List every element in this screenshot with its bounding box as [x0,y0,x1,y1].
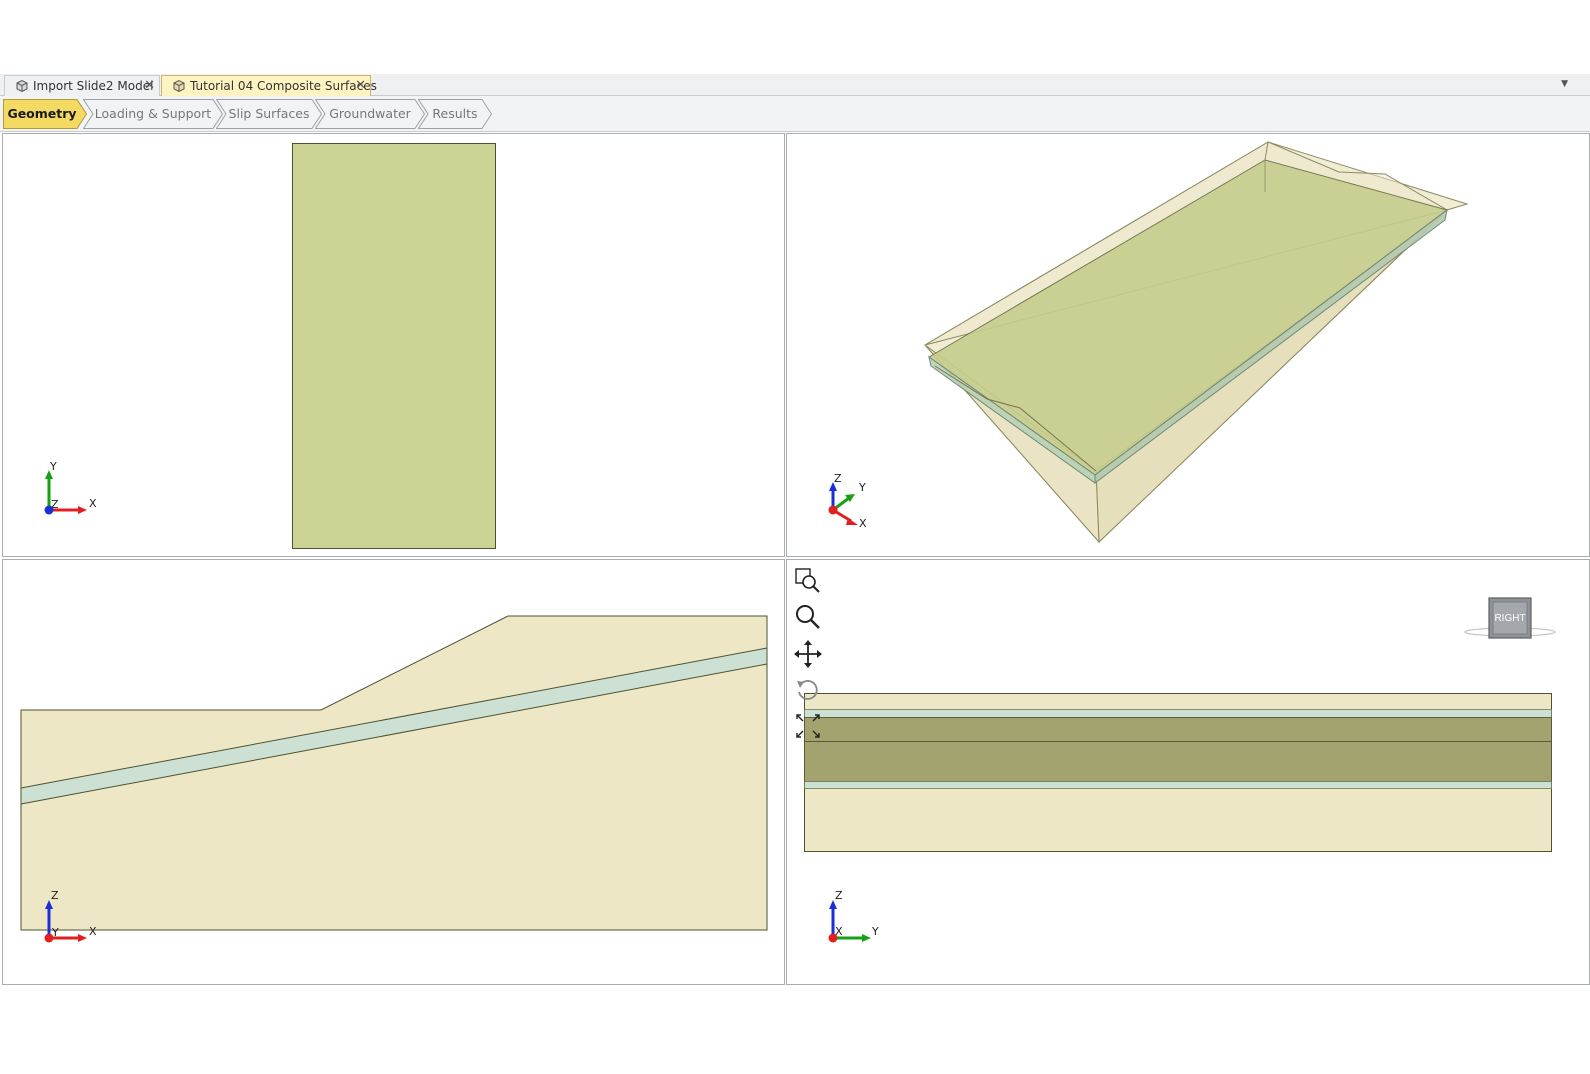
workflow-step-label: Slip Surfaces [228,106,310,121]
viewport-perspective-view[interactable]: Z Y X [786,133,1590,557]
workflow-step-geometry[interactable]: Geometry [3,99,87,129]
workflow-step-loading-support[interactable]: Loading & Support [83,99,223,129]
expand-view-icon[interactable] [793,711,823,741]
axis-triad: Z Y X [44,889,97,943]
zoom-extents-icon[interactable] [793,566,823,596]
workflow-step-slip-surfaces[interactable]: Slip Surfaces [216,99,322,129]
axis-label-x: X [89,925,97,938]
top-view-scene [292,143,496,549]
axis-triad: Y Z X [44,462,97,515]
view-cube-face-label: RIGHT [1494,613,1526,624]
axis-label-y: Y [871,925,879,938]
close-icon[interactable]: ✕ [355,76,366,96]
model-file-icon [16,79,28,93]
workflow-step-label: Results [432,106,478,121]
axis-label-x: X [859,517,867,530]
close-icon[interactable]: ✕ [144,76,155,96]
view-cube[interactable]: RIGHT [1463,594,1557,644]
model-extent-plan [292,143,496,549]
viewport-right-view[interactable]: RIGHT Z X Y [786,559,1590,985]
axis-label-y: Y [49,462,57,473]
workflow-step-groundwater[interactable]: Groundwater [315,99,425,129]
viewport-front-view[interactable]: Z Y X [2,559,785,985]
axis-label-x: X [89,497,97,510]
axis-label-z: Z [51,889,59,902]
tab-tutorial-04-composite-surfaces[interactable]: Tutorial 04 Composite Surfaces ✕ [161,75,377,96]
zoom-icon[interactable] [793,602,823,632]
front-view-scene [20,615,768,931]
model-file-icon [173,79,185,93]
axis-label-z: Z [51,498,59,511]
viewport-top-view[interactable]: Y Z X [2,133,785,557]
tab-label: Import Slide2 Model [33,79,154,93]
document-tab-bar: Import Slide2 Model ✕ Tutorial 04 Compos… [0,74,1590,96]
axis-triad: Z Y X [828,472,867,530]
workflow-bar: Geometry Loading & Support Slip Surfaces… [0,96,1590,132]
axis-label-x: X [835,925,843,938]
workflow-step-label: Groundwater [329,106,411,121]
workflow-step-results[interactable]: Results [418,99,492,129]
axis-label-z: Z [835,889,843,902]
axis-label-y: Y [858,481,866,494]
tab-list-dropdown-icon[interactable]: ▼ [1561,79,1568,89]
workflow-step-label: Loading & Support [94,106,212,121]
tab-label: Tutorial 04 Composite Surfaces [190,79,377,93]
rotate-icon[interactable] [793,675,823,705]
workflow-step-label: Geometry [7,106,77,121]
tab-import-slide2-model[interactable]: Import Slide2 Model ✕ [4,75,160,96]
perspective-scene [924,141,1469,544]
axis-label-y: Y [51,926,59,939]
axis-label-z: Z [834,472,842,485]
axis-triad: Z X Y [828,889,879,943]
pan-icon[interactable] [793,639,823,669]
